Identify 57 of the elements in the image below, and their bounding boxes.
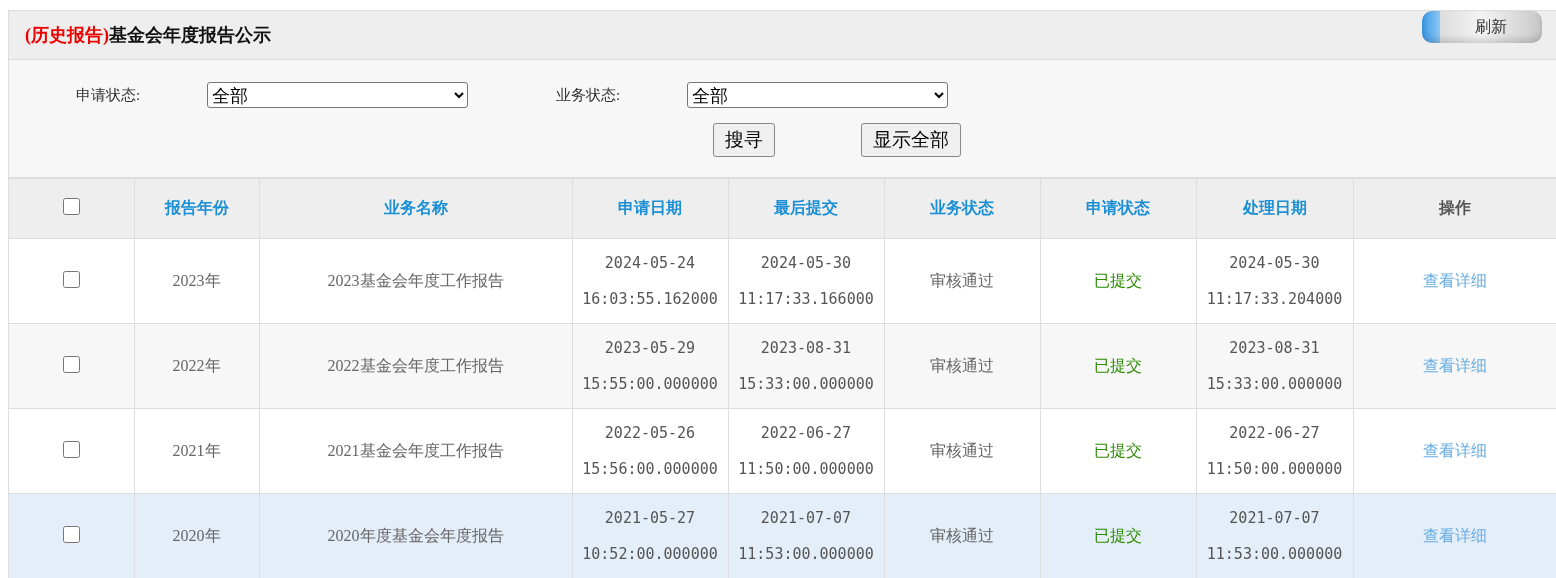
status-text: 审核通过 bbox=[930, 356, 994, 374]
report-name: 2020年度基金会年度报告 bbox=[327, 526, 504, 544]
row-checkbox[interactable] bbox=[62, 440, 80, 458]
view-details-link[interactable]: 查看详细 bbox=[1422, 441, 1487, 459]
view-details-link[interactable]: 查看详细 bbox=[1422, 356, 1487, 374]
year-text: 2023年 bbox=[172, 271, 221, 289]
report-name: 2021基金会年度工作报告 bbox=[327, 441, 504, 459]
timestamp: 2021-07-07 11:53:00.000000 bbox=[737, 508, 875, 565]
timestamp: 2022-05-26 15:56:00.000000 bbox=[581, 423, 719, 480]
column-header[interactable]: 业务状态 bbox=[884, 178, 1040, 239]
row-checkbox[interactable] bbox=[62, 525, 80, 543]
refresh-button[interactable]: 刷新 bbox=[1422, 11, 1542, 43]
column-header[interactable]: 申请状态 bbox=[1040, 178, 1196, 239]
column-header: 操作 bbox=[1353, 178, 1556, 239]
timestamp: 2024-05-30 11:17:33.204000 bbox=[1205, 253, 1344, 310]
year-text: 2021年 bbox=[172, 441, 221, 459]
status-text: 审核通过 bbox=[930, 271, 994, 289]
timestamp: 2024-05-24 16:03:55.162000 bbox=[581, 253, 719, 310]
column-header[interactable]: 业务名称 bbox=[259, 178, 572, 239]
column-header[interactable]: 处理日期 bbox=[1196, 178, 1353, 239]
year-text: 2022年 bbox=[172, 356, 221, 374]
status-text: 已提交 bbox=[1094, 356, 1142, 374]
timestamp: 2022-06-27 11:50:00.000000 bbox=[1205, 423, 1344, 480]
view-details-link[interactable]: 查看详细 bbox=[1422, 526, 1487, 544]
panel-title: (历史报告)基金会年度报告公示 bbox=[25, 24, 271, 47]
timestamp: 2021-07-07 11:53:00.000000 bbox=[1205, 508, 1344, 565]
status-text: 审核通过 bbox=[930, 441, 994, 459]
select-all-checkbox[interactable] bbox=[62, 198, 80, 215]
timestamp: 2021-05-27 10:52:00.000000 bbox=[581, 508, 719, 565]
report-name: 2022基金会年度工作报告 bbox=[327, 356, 504, 374]
show-all-button[interactable]: 显示全部 bbox=[861, 123, 961, 157]
view-details-link[interactable]: 查看详细 bbox=[1422, 271, 1487, 289]
column-header[interactable]: 报告年份 bbox=[134, 178, 259, 239]
row-checkbox[interactable] bbox=[62, 270, 80, 288]
status-text: 已提交 bbox=[1094, 526, 1142, 544]
status-text: 审核通过 bbox=[930, 526, 994, 544]
status-text: 已提交 bbox=[1094, 271, 1142, 289]
filter-select[interactable]: 全部 bbox=[207, 82, 468, 108]
table-row[interactable]: 2020年 2020年度基金会年度报告 2021-05-27 10:52:00.000000 2021-07-07 11:53:00.000000 审核通过 已提交 2021-07-07 11:53:00.000000 查看详细 bbox=[9, 493, 1556, 578]
filter-label: 业务状态: bbox=[556, 85, 622, 105]
table-row[interactable]: 2023年 2023基金会年度工作报告 2024-05-24 16:03:55.162000 2024-05-30 11:17:33.166000 审核通过 已提交 2024-05-30 11:17:33.204000 查看详细 bbox=[9, 238, 1556, 324]
timestamp: 2022-06-27 11:50:00.000000 bbox=[737, 423, 875, 480]
report-name: 2023基金会年度工作报告 bbox=[327, 271, 504, 289]
year-text: 2020年 bbox=[172, 526, 221, 544]
column-header[interactable]: 申请日期 bbox=[572, 178, 728, 239]
timestamp: 2024-05-30 11:17:33.166000 bbox=[737, 253, 875, 310]
table-row[interactable]: 2021年 2021基金会年度工作报告 2022-05-26 15:56:00.000000 2022-06-27 11:50:00.000000 审核通过 已提交 2022-06-27 11:50:00.000000 查看详细 bbox=[9, 408, 1556, 494]
table-row[interactable]: 2022年 2022基金会年度工作报告 2023-05-29 15:55:00.000000 2023-08-31 15:33:00.000000 审核通过 已提交 2023-08-31 15:33:00.000000 查看详细 bbox=[9, 323, 1556, 409]
status-text: 已提交 bbox=[1094, 441, 1142, 459]
filter-select[interactable]: 全部 bbox=[687, 82, 948, 108]
timestamp: 2023-08-31 15:33:00.000000 bbox=[1205, 338, 1344, 395]
column-header[interactable]: 最后提交 bbox=[728, 178, 884, 239]
filter-label: 申请状态: bbox=[76, 85, 142, 105]
timestamp: 2023-08-31 15:33:00.000000 bbox=[737, 338, 875, 395]
row-checkbox[interactable] bbox=[62, 355, 80, 373]
search-button[interactable]: 搜寻 bbox=[713, 123, 775, 157]
timestamp: 2023-05-29 15:55:00.000000 bbox=[581, 338, 719, 395]
